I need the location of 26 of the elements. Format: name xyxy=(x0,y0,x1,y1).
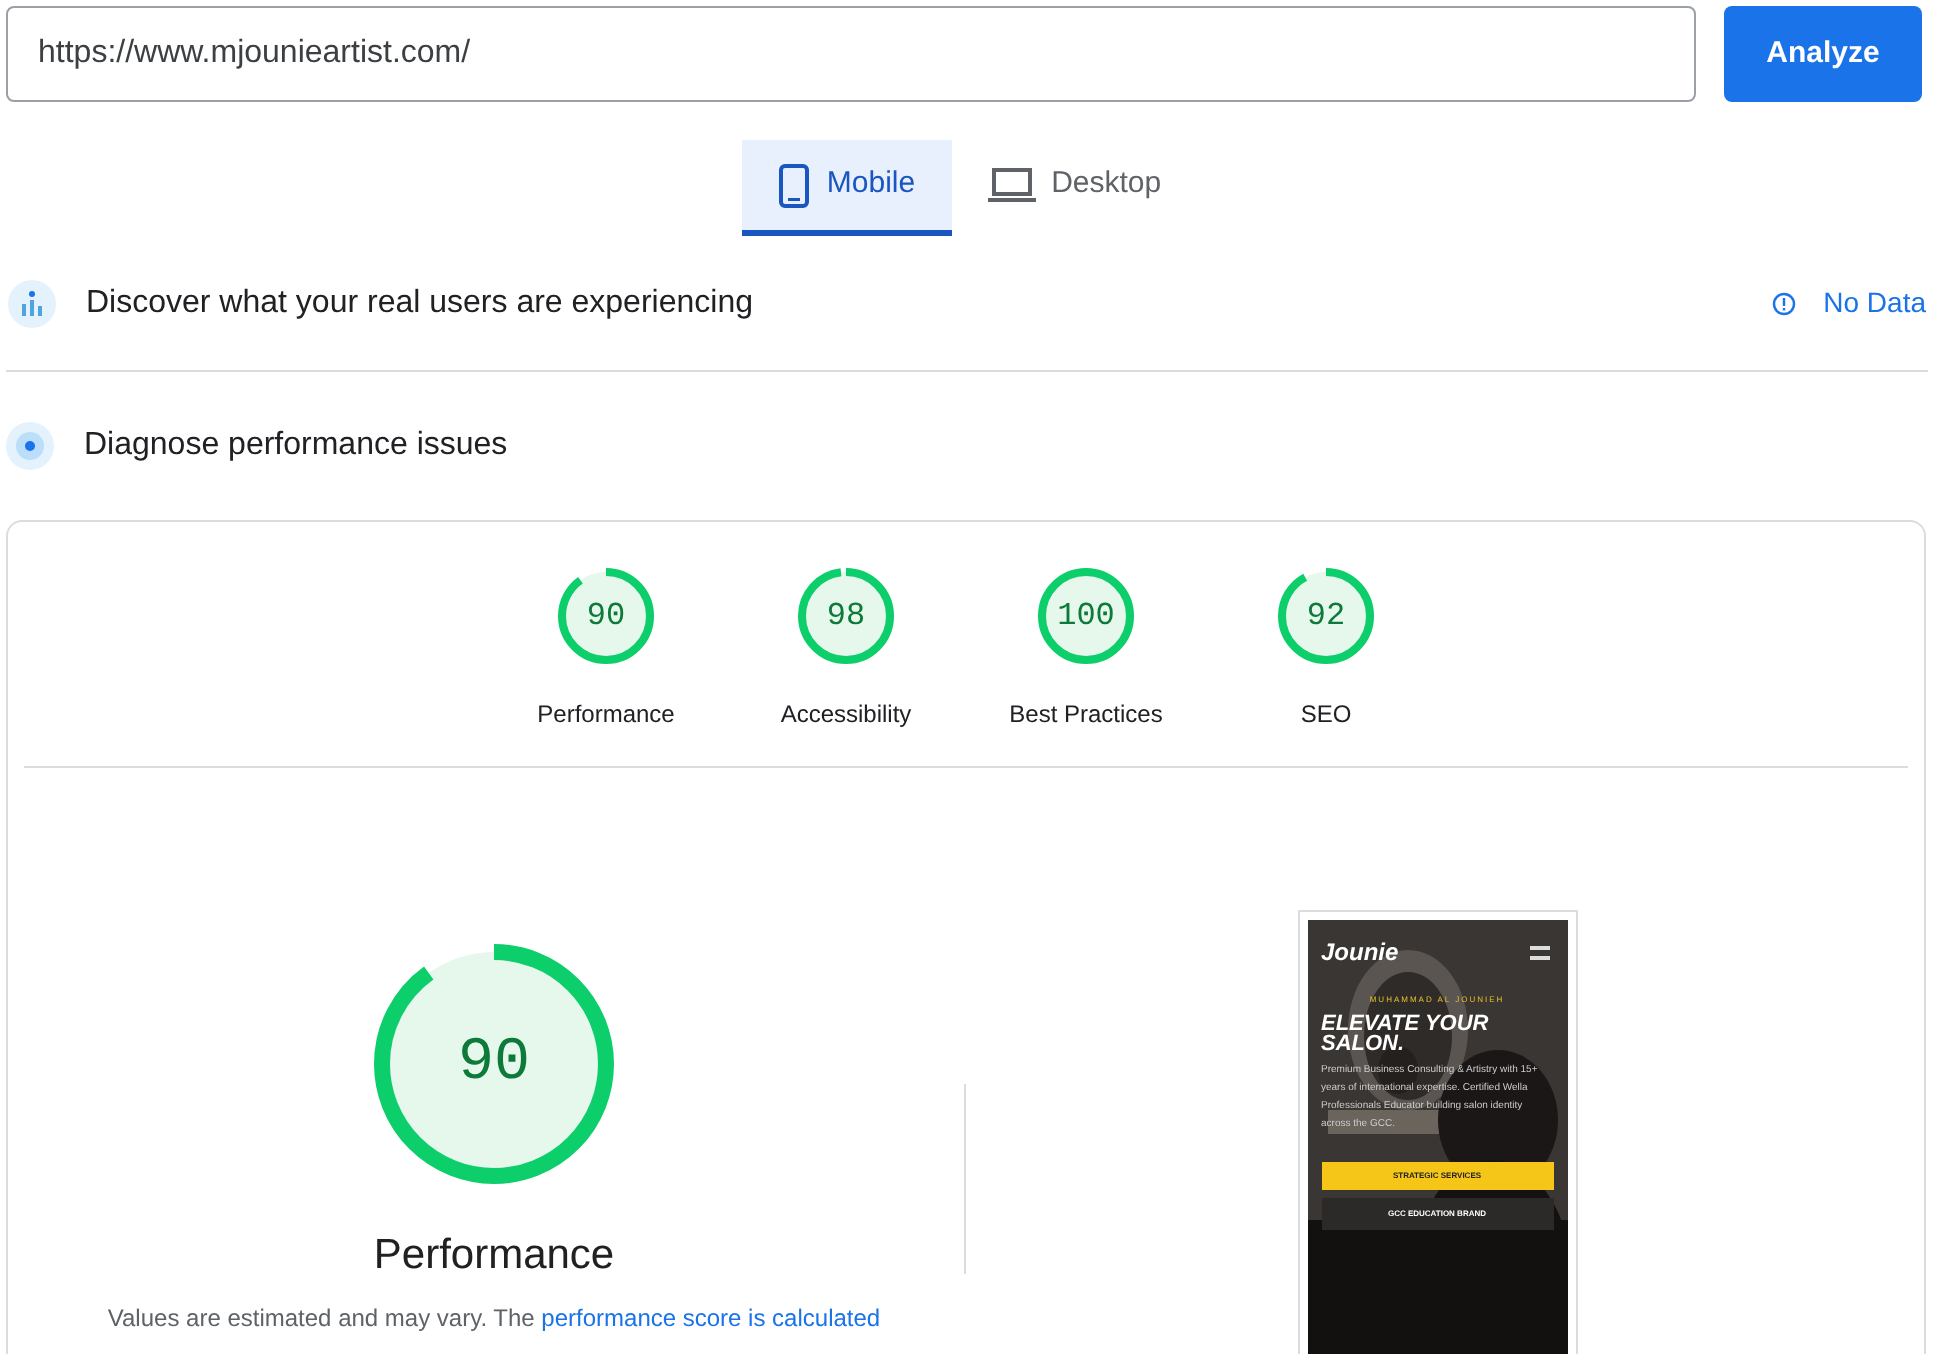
analyze-button[interactable]: Analyze xyxy=(1724,6,1922,102)
score-label: Best Practices xyxy=(1009,698,1163,732)
score-label: Performance xyxy=(537,698,675,732)
no-data-label: No Data xyxy=(1823,284,1926,322)
score-value[interactable]: 98 xyxy=(826,598,866,634)
site-logo: Jounie xyxy=(1321,936,1399,970)
laptop-icon xyxy=(987,167,1036,203)
score-value[interactable]: 90 xyxy=(586,598,626,634)
score-note: Values are estimated and may vary. The performance score is calculated xyxy=(107,1303,881,1331)
score-value[interactable]: 92 xyxy=(1306,598,1346,634)
target-icon xyxy=(6,422,54,470)
site-headline: ELEVATE YOUR SALON. xyxy=(1321,1014,1491,1054)
url-field[interactable]: https://www.mjounieartist.com/ xyxy=(6,6,1696,102)
score-calc-link[interactable]: performance score is calculated xyxy=(541,1303,881,1331)
info-icon xyxy=(1771,291,1796,315)
score-label: SEO xyxy=(1300,698,1352,732)
users-chart-icon xyxy=(8,279,56,327)
menu-icon xyxy=(1529,945,1549,959)
section-title: Diagnose performance issues xyxy=(84,426,508,466)
score-title: Performance xyxy=(373,1230,615,1282)
phone-icon xyxy=(778,163,811,207)
score-value: 90 xyxy=(457,1030,530,1098)
section-title: Discover what your real users are experiencing xyxy=(86,283,755,323)
device-tab[interactable]: Mobile xyxy=(742,140,952,236)
device-tab[interactable]: Desktop xyxy=(951,140,1198,236)
score-label: Accessibility xyxy=(780,698,912,732)
